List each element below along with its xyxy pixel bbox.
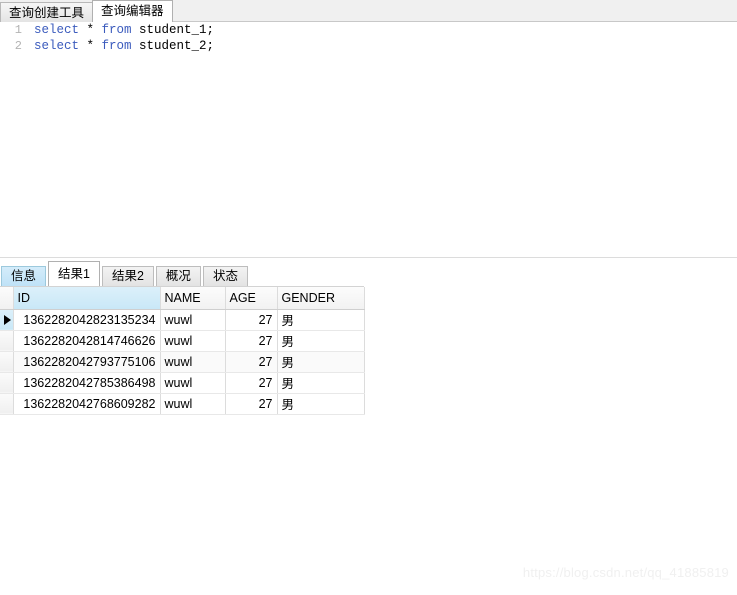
cell-age[interactable]: 27 bbox=[225, 330, 278, 352]
editor-tab-bar: 查询创建工具 查询编辑器 bbox=[0, 0, 737, 22]
sql-star-operator: * bbox=[79, 39, 102, 53]
cell-id[interactable]: 1362282042768609282 bbox=[13, 393, 161, 415]
sql-keyword-from: from bbox=[101, 23, 132, 37]
cell-age[interactable]: 27 bbox=[225, 351, 278, 373]
sql-code-area[interactable]: 1 select * from student_1; 2 select * from … bbox=[0, 22, 737, 54]
cell-gender[interactable]: 男 bbox=[277, 351, 365, 373]
row-marker-cell[interactable] bbox=[0, 393, 14, 415]
results-table-body: 1362282042823135234 wuwl 27 男 13622820428147… bbox=[0, 309, 365, 415]
column-header-id[interactable]: ID bbox=[13, 287, 161, 310]
table-row[interactable]: 1362282042814746626 wuwl 27 男 bbox=[0, 330, 365, 352]
line-number: 1 bbox=[14, 23, 22, 37]
results-tab-0[interactable]: 信息 bbox=[1, 266, 47, 286]
code-line[interactable]: 2 select * from student_2; bbox=[0, 38, 737, 54]
cell-name[interactable]: wuwl bbox=[160, 393, 226, 415]
sql-table-name: student_2; bbox=[131, 39, 215, 53]
results-tab-bar: 信息 结果1 结果2 概况 状态 bbox=[0, 258, 737, 286]
cell-name[interactable]: wuwl bbox=[160, 372, 226, 394]
watermark-text: https://blog.csdn.net/qq_41885819 bbox=[522, 565, 729, 580]
table-row[interactable]: 1362282042793775106 wuwl 27 男 bbox=[0, 351, 365, 373]
editor-tab-1[interactable]: 查询编辑器 bbox=[92, 0, 173, 22]
cell-age[interactable]: 27 bbox=[225, 393, 278, 415]
line-number: 2 bbox=[14, 39, 22, 53]
cell-id[interactable]: 1362282042814746626 bbox=[13, 330, 161, 352]
code-line[interactable]: 1 select * from student_1; bbox=[0, 22, 737, 38]
row-marker-cell[interactable] bbox=[0, 351, 14, 373]
triangle-right-icon bbox=[4, 315, 11, 326]
sql-keyword-from: from bbox=[101, 39, 132, 53]
results-table: ID NAME AGE GENDER 1362282042823135234 wu… bbox=[0, 287, 365, 415]
column-header-gender[interactable]: GENDER bbox=[277, 287, 365, 310]
table-row[interactable]: 1362282042768609282 wuwl 27 男 bbox=[0, 393, 365, 415]
cell-name[interactable]: wuwl bbox=[160, 330, 226, 352]
cell-id[interactable]: 1362282042785386498 bbox=[13, 372, 161, 394]
cell-gender[interactable]: 男 bbox=[277, 372, 365, 394]
row-marker-cell[interactable] bbox=[0, 330, 14, 352]
cell-gender[interactable]: 男 bbox=[277, 309, 365, 331]
sql-editor-pane[interactable]: 1 select * from student_1; 2 select * from … bbox=[0, 22, 737, 257]
results-tab-4[interactable]: 状态 bbox=[202, 266, 248, 286]
sql-keyword-select: select bbox=[34, 23, 80, 37]
row-marker-header bbox=[0, 287, 14, 310]
results-tab-list: 信息 结果1 结果2 概况 状态 bbox=[0, 258, 737, 286]
table-row[interactable]: 1362282042823135234 wuwl 27 男 bbox=[0, 309, 365, 331]
results-tab-1[interactable]: 结果1 bbox=[48, 261, 100, 286]
header-row: ID NAME AGE GENDER bbox=[0, 287, 365, 310]
cell-id[interactable]: 1362282042823135234 bbox=[13, 309, 161, 331]
code-text: select * from student_1; bbox=[26, 22, 214, 38]
cell-name[interactable]: wuwl bbox=[160, 351, 226, 373]
sql-star-operator: * bbox=[79, 23, 102, 37]
cell-gender[interactable]: 男 bbox=[277, 393, 365, 415]
sql-table-name: student_1; bbox=[131, 23, 215, 37]
column-header-name[interactable]: NAME bbox=[160, 287, 226, 310]
results-tab-2[interactable]: 结果2 bbox=[101, 266, 154, 286]
cell-age[interactable]: 27 bbox=[225, 309, 278, 331]
cell-gender[interactable]: 男 bbox=[277, 330, 365, 352]
current-row-indicator[interactable] bbox=[0, 309, 14, 331]
editor-tab-0[interactable]: 查询创建工具 bbox=[0, 2, 94, 22]
table-row[interactable]: 1362282042785386498 wuwl 27 男 bbox=[0, 372, 365, 394]
editor-tab-list: 查询创建工具 查询编辑器 bbox=[0, 0, 737, 22]
results-grid[interactable]: ID NAME AGE GENDER 1362282042823135234 wu… bbox=[0, 286, 365, 415]
cell-id[interactable]: 1362282042793775106 bbox=[13, 351, 161, 373]
code-text: select * from student_2; bbox=[26, 38, 214, 54]
results-table-header: ID NAME AGE GENDER bbox=[0, 287, 365, 310]
results-tab-3[interactable]: 概况 bbox=[155, 266, 201, 286]
row-marker-cell[interactable] bbox=[0, 372, 14, 394]
column-header-age[interactable]: AGE bbox=[225, 287, 278, 310]
cell-name[interactable]: wuwl bbox=[160, 309, 226, 331]
sql-keyword-select: select bbox=[34, 39, 80, 53]
cell-age[interactable]: 27 bbox=[225, 372, 278, 394]
